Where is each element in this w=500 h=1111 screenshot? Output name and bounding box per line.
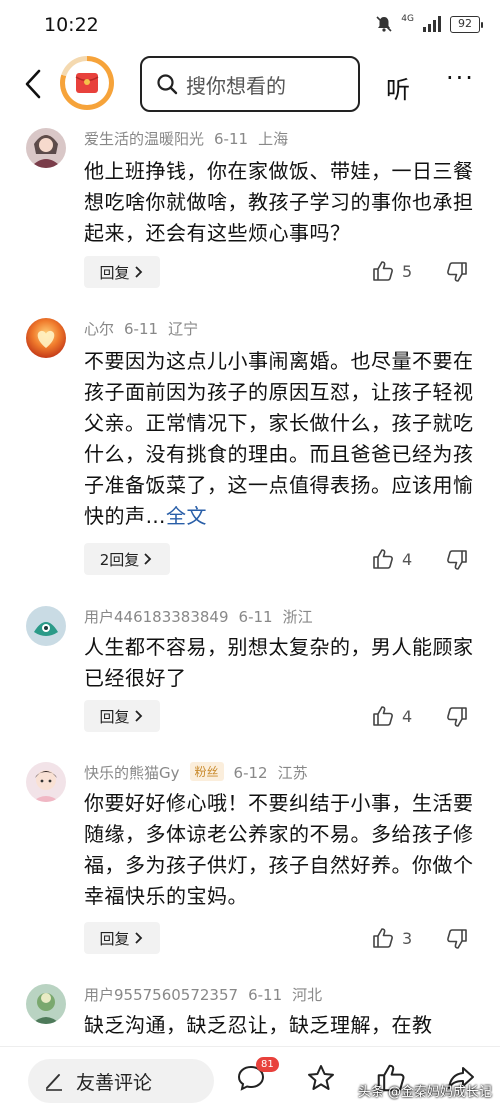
like-button[interactable]: 5 (372, 260, 412, 282)
bottom-action-bar: 友善评论 81 头条 @金秦妈妈成长记 (0, 1046, 500, 1111)
reply-label: 回复 (99, 707, 130, 726)
reply-label: 2回复 (99, 550, 140, 569)
red-envelope-icon (75, 73, 99, 93)
favorite-button[interactable] (306, 1063, 336, 1097)
avatar[interactable] (26, 128, 66, 168)
chevron-left-icon (25, 69, 41, 99)
avatar[interactable] (26, 318, 66, 358)
avatar[interactable] (26, 762, 66, 802)
comment-input-placeholder: 友善评论 (76, 1071, 153, 1094)
listen-button[interactable]: 听 (386, 70, 410, 105)
pen-icon (46, 1074, 62, 1091)
fan-badge: 粉丝 (189, 762, 224, 781)
thumbs-down-icon (447, 550, 467, 570)
comments-button[interactable]: 81 (236, 1057, 279, 1097)
thumbs-down-icon (447, 929, 467, 949)
thumbs-up-icon (373, 549, 393, 569)
full-text-link[interactable]: 全文 (166, 504, 207, 528)
signal-icon (423, 16, 441, 32)
comment-username[interactable]: 爱生活的温暖阳光 (84, 130, 204, 148)
battery-icon: 92 (450, 15, 483, 33)
comment-location: 上海 (258, 130, 289, 148)
like-button[interactable]: 3 (372, 927, 412, 949)
comment-username[interactable]: 用户9557560572357 (84, 986, 238, 1004)
comment-location: 辽宁 (168, 320, 199, 338)
search-icon (157, 74, 178, 95)
back-button[interactable] (18, 66, 48, 102)
chevron-right-icon (134, 710, 142, 722)
comment-meta: 心尔 6-11 辽宁 (84, 318, 208, 339)
comment-text: 你要好好修心哦！不要纠结于小事，生活要随缘，多体谅老公养家的不易。多给孩子修福，… (84, 791, 474, 908)
chevron-right-icon (144, 553, 152, 565)
comment-input[interactable]: 友善评论 (28, 1059, 214, 1103)
comment-meta: 快乐的熊猫Gy 粉丝 6-12 江苏 (84, 762, 318, 783)
dislike-button[interactable] (446, 706, 468, 732)
comment-text: 缺乏沟通，缺乏忍让，缺乏理解，在教 (84, 1013, 433, 1037)
like-button[interactable]: 4 (372, 705, 412, 727)
status-time: 10:22 (44, 14, 99, 36)
status-icons: 4G 92 (375, 14, 483, 33)
comment-username[interactable]: 快乐的熊猫Gy (84, 764, 180, 782)
comment-date: 6-12 (233, 764, 268, 782)
star-icon (308, 1065, 334, 1090)
comment-text-body: 不要因为这点儿小事闹离婚。也尽量不要在孩子面前因为孩子的原因互怼，让孩子轻视父亲… (84, 349, 474, 528)
comment-date: 6-11 (124, 320, 159, 338)
comment-meta: 用户446183383849 6-11 浙江 (84, 606, 323, 627)
comment-meta: 用户9557560572357 6-11 河北 (84, 984, 332, 1005)
comment-username[interactable]: 心尔 (84, 320, 114, 338)
chevron-right-icon (134, 932, 142, 944)
comment-text: 人生都不容易，别想太复杂的，男人能顾家已经很好了 (84, 635, 474, 690)
comment-location: 河北 (292, 986, 323, 1004)
thumbs-up-icon (373, 928, 393, 948)
reply-button[interactable]: 回复 (84, 700, 160, 732)
comment-text: 不要因为这点儿小事闹离婚。也尽量不要在孩子面前因为孩子的原因互怼，让孩子轻视父亲… (84, 346, 474, 532)
comment-date: 6-11 (214, 130, 249, 148)
search-input[interactable]: 搜你想看的 (140, 56, 360, 112)
like-count: 4 (402, 549, 413, 569)
comment-location: 浙江 (282, 608, 313, 626)
avatar[interactable] (26, 606, 66, 646)
comment-date: 6-11 (248, 986, 283, 1004)
thumbs-down-icon (447, 707, 467, 727)
comment-meta: 爱生活的温暖阳光 6-11 上海 (84, 128, 298, 149)
more-options-button[interactable]: ··· (446, 64, 475, 92)
like-count: 3 (402, 928, 413, 948)
app-logo[interactable] (60, 56, 114, 110)
avatar[interactable] (26, 984, 66, 1024)
comment-username[interactable]: 用户446183383849 (84, 608, 229, 626)
dislike-button[interactable] (446, 261, 468, 287)
thumbs-up-icon (373, 261, 393, 281)
thumbs-down-icon (447, 262, 467, 282)
chevron-right-icon (134, 266, 142, 278)
network-type-label: 4G (401, 14, 414, 24)
status-bar: 10:22 4G 92 (0, 0, 500, 50)
comment-date: 6-11 (238, 608, 273, 626)
reply-button[interactable]: 回复 (84, 922, 160, 954)
comment-count-badge: 81 (256, 1057, 279, 1072)
like-count: 5 (402, 261, 413, 281)
like-button[interactable]: 4 (372, 548, 412, 570)
like-count: 4 (402, 706, 413, 726)
dislike-button[interactable] (446, 549, 468, 575)
dislike-button[interactable] (446, 928, 468, 954)
top-nav-bar: 搜你想看的 听 ··· (0, 50, 500, 118)
reply-button[interactable]: 2回复 (84, 543, 170, 575)
comment-location: 江苏 (277, 764, 308, 782)
watermark: 头条 @金秦妈妈成长记 (357, 1085, 492, 1100)
reply-button[interactable]: 回复 (84, 256, 160, 288)
comment-text: 他上班挣钱，你在家做饭、带娃，一日三餐想吃啥你就做啥，教孩子学习的事你也承担起来… (84, 159, 474, 245)
mute-bell-icon (376, 16, 392, 32)
reply-label: 回复 (99, 929, 130, 948)
search-placeholder: 搜你想看的 (186, 73, 286, 98)
reply-label: 回复 (99, 263, 130, 282)
thumbs-up-icon (373, 706, 393, 726)
